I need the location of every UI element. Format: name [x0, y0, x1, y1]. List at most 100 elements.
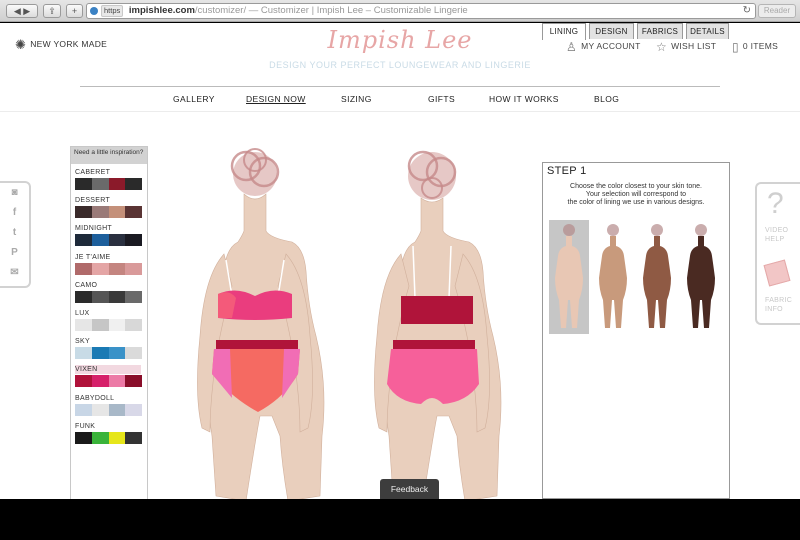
- swatch: [91, 431, 109, 444]
- nav-divider: [80, 86, 720, 87]
- reader-button[interactable]: Reader: [758, 4, 796, 18]
- new-tab-button[interactable]: +: [66, 4, 83, 18]
- collection-name: FUNK: [75, 422, 96, 430]
- nav-how-it-works[interactable]: HOW IT WORKS: [489, 94, 559, 104]
- collection-jetaime[interactable]: JE T'AIME: [71, 249, 147, 277]
- collection-funk[interactable]: FUNK: [71, 418, 147, 446]
- wish-list-link[interactable]: ☆ WISH LIST: [656, 40, 716, 54]
- back-waistband: [393, 340, 475, 349]
- nav-sizing[interactable]: SIZING: [341, 94, 372, 104]
- collection-swatches: [75, 375, 142, 388]
- inspiration-panel: Need a little inspiration? CABERET DESSER…: [70, 146, 148, 499]
- collection-name: DESSERT: [75, 197, 111, 205]
- swatch: [91, 318, 109, 331]
- swatch: [91, 178, 109, 190]
- skin-tone-figure: [555, 224, 583, 328]
- skin-tone-option-2[interactable]: [593, 220, 633, 334]
- email-icon[interactable]: ✉: [0, 263, 29, 283]
- collection-babydoll[interactable]: BABYDOLL: [71, 390, 147, 418]
- my-account-link[interactable]: ♙ MY ACCOUNT: [566, 40, 641, 54]
- header-divider: [0, 111, 800, 112]
- front-hair: [230, 148, 280, 196]
- skin-tone-option-1[interactable]: [549, 220, 589, 334]
- swatch: [125, 403, 142, 416]
- bag-icon: ▯: [732, 40, 739, 54]
- swatch: [108, 403, 126, 416]
- swatch: [75, 290, 92, 303]
- collection-name: CAMO: [75, 281, 98, 289]
- collection-swatches: [75, 178, 142, 190]
- collection-name: MIDNIGHT: [75, 225, 113, 233]
- skin-tone-figure: [643, 224, 671, 328]
- collection-name: VIXEN: [75, 365, 141, 375]
- back-forward-buttons[interactable]: ◀ ▶: [6, 4, 38, 18]
- collection-camo[interactable]: CAMO: [71, 277, 147, 305]
- swatch: [91, 403, 109, 416]
- share-button[interactable]: ⇪: [43, 4, 61, 18]
- swatch: [108, 290, 126, 303]
- tab-fabrics[interactable]: FABRICS: [637, 23, 683, 39]
- pinterest-icon[interactable]: P: [0, 243, 29, 263]
- collection-lux[interactable]: LUX: [71, 305, 147, 333]
- page: ✺ NEW YORK MADE Impish Lee DESIGN YOUR PE…: [0, 23, 800, 499]
- collection-list: CABERET DESSERT MIDNIGHT JE T'AIME CAMO LUX SK…: [71, 164, 147, 446]
- address-bar[interactable]: https impishlee.com/customizer/ — Custom…: [86, 3, 756, 19]
- swatch: [91, 347, 109, 360]
- collection-sky[interactable]: SKY: [71, 333, 147, 361]
- video-help-link[interactable]: VIDEO HELP: [765, 226, 788, 244]
- reload-icon[interactable]: ↻: [743, 4, 751, 18]
- collection-midnight[interactable]: MIDNIGHT: [71, 220, 147, 248]
- swatch: [75, 375, 92, 388]
- help-sidebar: ? VIDEO HELP FABRIC INFO: [755, 182, 800, 325]
- swatch: [108, 234, 126, 247]
- skin-tone-option-3[interactable]: [637, 220, 677, 334]
- question-icon[interactable]: ?: [767, 187, 784, 221]
- swatch: [75, 262, 92, 275]
- tab-lining[interactable]: LINING: [542, 23, 586, 40]
- twitter-icon[interactable]: t: [0, 223, 29, 243]
- collection-dessert[interactable]: DESSERT: [71, 192, 147, 220]
- star-icon: ☆: [656, 40, 668, 54]
- collection-swatches: [75, 262, 142, 275]
- swatch: [125, 262, 142, 275]
- instagram-icon[interactable]: ◙: [0, 183, 29, 203]
- collection-caberet[interactable]: CABERET: [71, 164, 147, 192]
- swatch: [91, 375, 109, 388]
- front-waistband: [216, 340, 298, 349]
- skin-tone-figure: [599, 224, 627, 328]
- url-scheme: https: [101, 5, 124, 17]
- swatch: [75, 234, 92, 247]
- collection-swatches: [75, 234, 142, 247]
- collection-vixen[interactable]: VIXEN: [71, 361, 147, 389]
- tab-design[interactable]: DESIGN: [589, 23, 634, 39]
- swatch: [125, 206, 142, 219]
- nav-gifts[interactable]: GIFTS: [428, 94, 455, 104]
- lining-panel: STEP 1 Choose the color closest to your …: [542, 162, 730, 499]
- back-figure: [374, 150, 502, 499]
- cart-link[interactable]: ▯ 0 ITEMS: [732, 40, 778, 54]
- swatch: [75, 347, 92, 360]
- feedback-button[interactable]: Feedback: [380, 479, 439, 499]
- collection-swatches: [75, 403, 142, 416]
- skin-tone-option-4[interactable]: [681, 220, 721, 334]
- page-title: — Customizer | Impish Lee – Customizable…: [246, 5, 468, 16]
- collection-swatches: [75, 347, 142, 360]
- swatch: [91, 206, 109, 219]
- swatch: [125, 347, 142, 360]
- facebook-icon[interactable]: f: [0, 203, 29, 223]
- social-sidebar: ◙ f t P ✉: [0, 181, 31, 288]
- fabric-info-link[interactable]: FABRIC INFO: [765, 296, 792, 314]
- swatch: [75, 403, 92, 416]
- globe-icon: [90, 7, 98, 15]
- nav-blog[interactable]: BLOG: [594, 94, 619, 104]
- fabric-swatch-icon[interactable]: [763, 259, 791, 287]
- tab-details[interactable]: DETAILS: [686, 23, 729, 39]
- swatch: [75, 318, 92, 331]
- collection-swatches: [75, 206, 142, 219]
- collection-swatches: [75, 318, 142, 331]
- swatch: [108, 431, 126, 444]
- back-panty: [387, 349, 479, 404]
- nav-design-now[interactable]: DESIGN NOW: [246, 94, 306, 104]
- nav-gallery[interactable]: GALLERY: [173, 94, 215, 104]
- step-instructions: Choose the color closest to your skin to…: [567, 183, 705, 206]
